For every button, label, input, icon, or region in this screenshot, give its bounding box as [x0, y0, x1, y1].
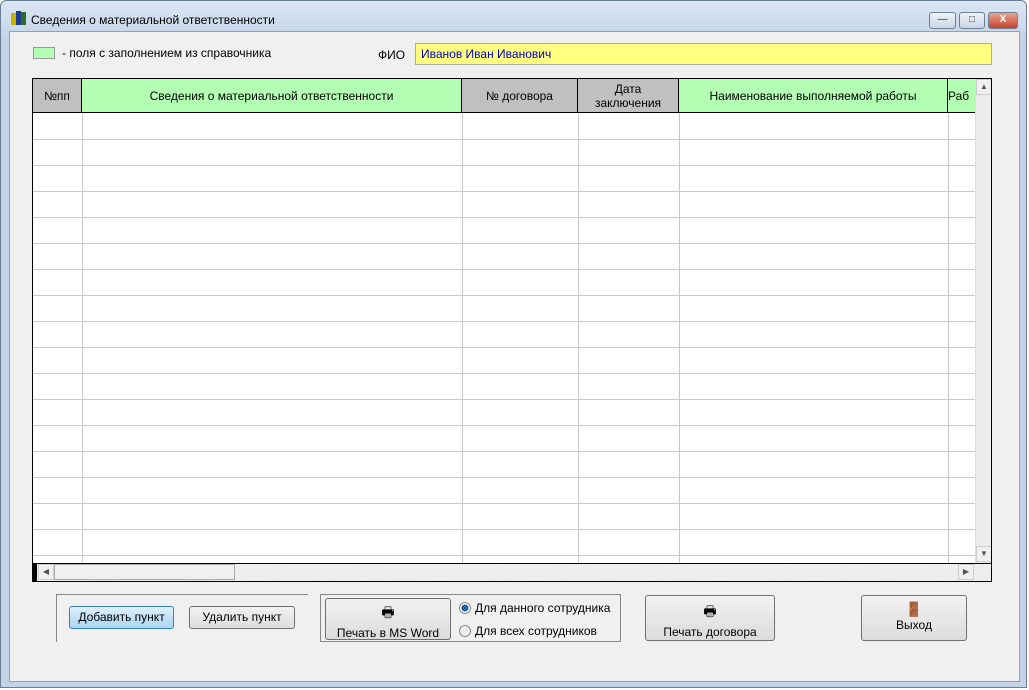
print-word-button[interactable]: 🖶 Печать в MS Word — [325, 598, 451, 640]
scroll-left-icon[interactable]: ◀ — [38, 564, 54, 580]
grid-column-line — [578, 113, 579, 563]
grid-row-line — [33, 243, 975, 244]
scroll-down-icon[interactable]: ▼ — [976, 546, 991, 562]
grid-column-line — [948, 113, 949, 563]
grid-column-line — [462, 113, 463, 563]
grid-row-line — [33, 165, 975, 166]
radio-this-employee[interactable]: Для данного сотрудника — [459, 601, 610, 615]
delete-item-button[interactable]: Удалить пункт — [189, 606, 295, 629]
print-contract-label: Печать договора — [663, 625, 757, 639]
grid-row-line — [33, 373, 975, 374]
grid-row-line — [33, 347, 975, 348]
scroll-up-icon[interactable]: ▲ — [976, 79, 991, 95]
grid-row-line — [33, 425, 975, 426]
radio-all-employees[interactable]: Для всех сотрудников — [459, 624, 597, 638]
grid-row-line — [33, 321, 975, 322]
close-button[interactable]: X — [988, 12, 1018, 29]
grid-row-line — [33, 477, 975, 478]
col-header-info[interactable]: Сведения о материальной ответственности — [82, 79, 462, 113]
app-icon — [11, 11, 26, 25]
exit-button[interactable]: 🚪 Выход — [861, 595, 967, 641]
grid-row-line — [33, 269, 975, 270]
printer-icon: 🖶 — [703, 603, 717, 619]
print-contract-button[interactable]: 🖶 Печать договора — [645, 595, 775, 641]
grid-row-line — [33, 451, 975, 452]
minimize-button[interactable]: — — [929, 12, 956, 29]
grid-row-line — [33, 529, 975, 530]
horizontal-scrollbar[interactable]: ◀ ▶ — [33, 563, 991, 581]
col-header-number[interactable]: №пп — [33, 79, 82, 113]
add-item-button[interactable]: Добавить пункт — [69, 606, 174, 629]
grid-column-line — [82, 113, 83, 563]
col-header-contract-no[interactable]: № договора — [462, 79, 578, 113]
legend-text: - поля с заполнением из справочника — [62, 46, 272, 60]
printer-icon: 🖶 — [381, 604, 395, 620]
fio-field[interactable]: Иванов Иван Иванович — [415, 43, 992, 65]
exit-door-icon: 🚪 — [905, 601, 923, 617]
exit-label: Выход — [896, 618, 932, 632]
scroll-thumb[interactable] — [54, 564, 235, 580]
grid-row-line — [33, 555, 975, 556]
radio-label: Для данного сотрудника — [475, 601, 611, 615]
print-word-label: Печать в MS Word — [336, 626, 440, 640]
grid-row-line — [33, 139, 975, 140]
legend-swatch — [33, 47, 55, 59]
grid-row-line — [33, 295, 975, 296]
grid-row-line — [33, 503, 975, 504]
grid-column-line — [679, 113, 680, 563]
col-header-work2[interactable]: Раб — [948, 79, 976, 113]
scroll-right-icon[interactable]: ▶ — [958, 564, 974, 580]
vertical-scrollbar[interactable]: ▲ ▼ — [975, 79, 991, 563]
col-header-date[interactable]: Дата заключения — [578, 79, 679, 113]
grid-row-line — [33, 191, 975, 192]
maximize-button[interactable]: □ — [959, 12, 985, 29]
window-title: Сведения о материальной ответственности — [31, 13, 275, 27]
col-header-work[interactable]: Наименование выполняемой работы — [679, 79, 948, 113]
radio-label: Для всех сотрудников — [475, 624, 597, 638]
grid-row-line — [33, 217, 975, 218]
fio-label: ФИО — [378, 48, 406, 62]
grid-row-line — [33, 399, 975, 400]
data-grid[interactable]: №пп Сведения о материальной ответственно… — [32, 78, 992, 582]
